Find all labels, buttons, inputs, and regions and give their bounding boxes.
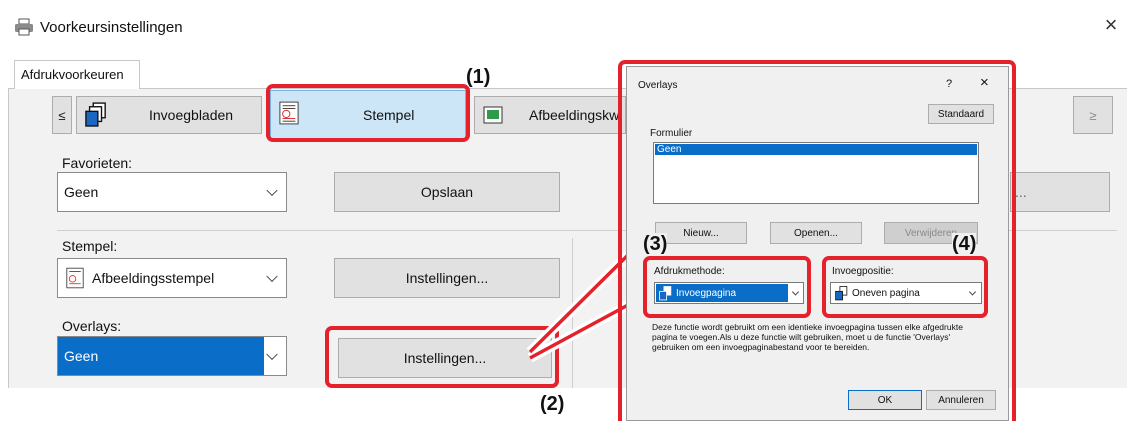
nav-item-invoegbladen[interactable]: Invoegbladen <box>76 96 262 134</box>
nav-item-afbeelding[interactable]: Afbeeldingskw <box>474 96 626 134</box>
afdrukmethode-label: Afdrukmethode: <box>654 266 725 277</box>
standaard-label: Standaard <box>937 108 985 120</box>
help-icon[interactable]: ? <box>946 78 952 90</box>
printer-icon <box>15 18 33 36</box>
annuleren-button[interactable]: Annuleren <box>926 390 996 410</box>
partial-button-label: ... <box>1015 184 1027 200</box>
callout-box-1 <box>266 84 470 142</box>
stempel-settings-button[interactable]: Instellingen... <box>334 258 560 298</box>
list-item-label: Geen <box>657 144 682 155</box>
invoegpositie-value: Oneven pagina <box>852 287 920 299</box>
stempel-settings-label: Instellingen... <box>405 270 489 286</box>
overlays-selected: Geen <box>58 337 264 375</box>
pages-icon <box>659 285 672 300</box>
nieuw-label: Nieuw... <box>683 227 719 239</box>
favorieten-label: Favorieten: <box>62 155 133 171</box>
overlays-label: Overlays: <box>62 318 122 334</box>
ok-button[interactable]: OK <box>848 390 922 410</box>
vertical-divider <box>572 238 573 388</box>
formulier-list[interactable]: Geen <box>653 142 979 204</box>
pages-icon <box>85 102 106 127</box>
nav-prev-tile[interactable]: ≤ <box>52 96 72 134</box>
chevron-down-icon <box>266 348 278 361</box>
nav-next-tile[interactable]: ≥ <box>1073 96 1113 134</box>
stamp-icon <box>66 267 84 289</box>
opslaan-button[interactable]: Opslaan <box>334 172 560 212</box>
callout-box-2 <box>325 326 559 388</box>
nav-item-label: Afbeeldingskw <box>529 107 620 123</box>
stempel-value: Afbeeldingsstempel <box>92 270 215 286</box>
overlays-dropdown[interactable]: Geen <box>57 336 287 376</box>
annuleren-label: Annuleren <box>938 394 984 406</box>
window-title: Voorkeursinstellingen <box>40 19 183 36</box>
image-icon <box>483 106 503 124</box>
nieuw-button[interactable]: Nieuw... <box>655 222 747 244</box>
tab-afdrukvoorkeuren[interactable]: Afdrukvoorkeuren <box>14 60 140 89</box>
stempel-dropdown[interactable]: Afbeeldingsstempel <box>57 258 287 298</box>
callout-2: (2) <box>540 393 565 415</box>
favorieten-dropdown[interactable]: Geen <box>57 172 287 212</box>
callout-4: (4) <box>952 233 977 256</box>
list-item[interactable]: Geen <box>655 144 977 155</box>
chevron-down-icon <box>266 270 278 283</box>
openen-label: Openen... <box>794 227 838 239</box>
chevron-down-icon <box>266 184 278 197</box>
callout-1: (1) <box>466 66 491 88</box>
chevron-down-icon <box>968 288 977 296</box>
partial-button[interactable]: ... <box>1010 172 1110 212</box>
dialog-title: Overlays <box>638 80 678 91</box>
nav-next-label: ≥ <box>1089 107 1097 123</box>
favorieten-value: Geen <box>64 184 99 200</box>
invoegpositie-label: Invoegpositie: <box>832 266 894 277</box>
pages-icon <box>835 285 848 300</box>
nav-item-label: Invoegbladen <box>149 107 234 123</box>
callout-3: (3) <box>643 233 668 256</box>
ok-label: OK <box>877 394 893 406</box>
nav-prev-label: ≤ <box>58 107 66 123</box>
afdrukmethode-value: Invoegpagina <box>676 287 737 299</box>
afdrukmethode-selected: Invoegpagina <box>656 284 788 302</box>
invoegpositie-dropdown[interactable]: Oneven pagina <box>830 282 982 304</box>
verwijderen-label: Verwijderen <box>904 227 958 239</box>
stempel-label: Stempel: <box>62 238 118 254</box>
chevron-down-icon <box>791 288 800 296</box>
overlays-value: Geen <box>64 348 99 364</box>
standaard-button[interactable]: Standaard <box>928 104 994 124</box>
openen-button[interactable]: Openen... <box>770 222 862 244</box>
opslaan-label: Opslaan <box>420 184 474 200</box>
formulier-label: Formulier <box>650 128 693 139</box>
dialog-description: Deze functie wordt gebruikt om een ident… <box>652 322 963 352</box>
afdrukmethode-dropdown[interactable]: Invoegpagina <box>654 282 804 304</box>
dialog-close-icon[interactable]: × <box>980 74 989 91</box>
close-icon[interactable]: × <box>1100 14 1122 36</box>
